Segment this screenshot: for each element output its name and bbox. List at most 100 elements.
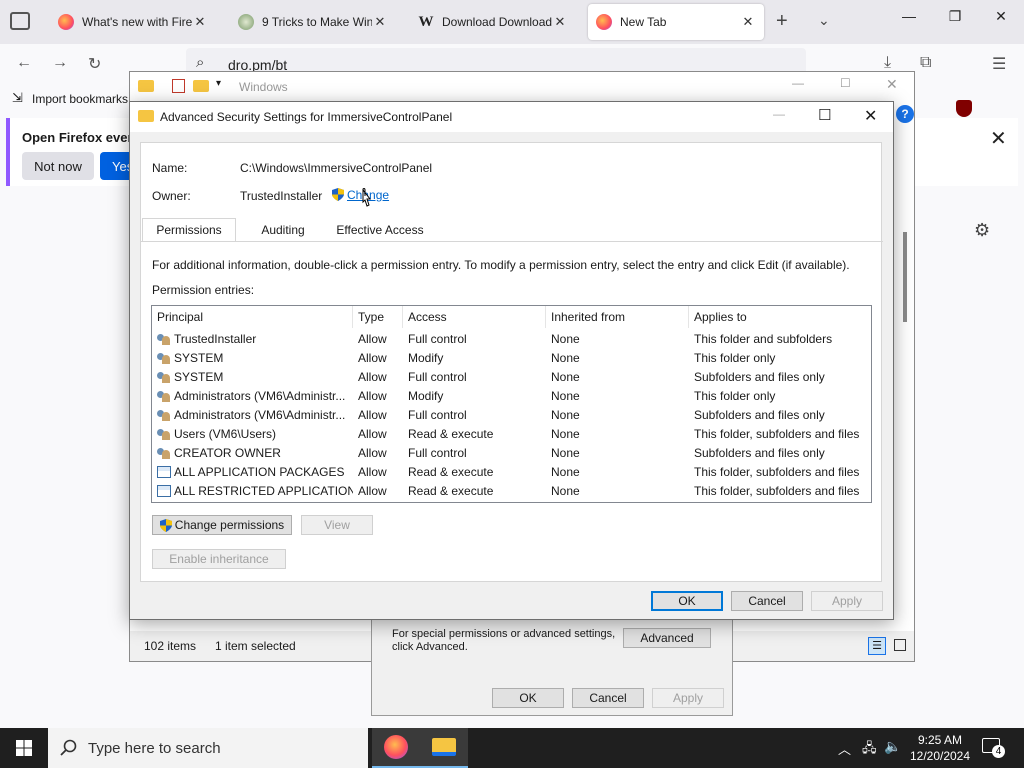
name-value: C:\Windows\ImmersiveControlPanel [240,161,433,175]
clock-time: 9:25 AM [917,733,963,747]
cancel-button[interactable]: Cancel [731,591,803,611]
close-icon[interactable]: ✕ [740,14,756,30]
new-folder-icon[interactable] [193,80,209,92]
table-row[interactable]: SYSTEM Allow Full control None Subfolders an… [152,368,871,387]
gear-icon[interactable]: ⚙ [974,220,990,241]
change-permissions-button[interactable]: Change permissions [152,515,292,535]
taskbar-file-explorer[interactable] [420,728,468,768]
explorer-titlebar: ▾ Windows — ☐ ✕ [130,72,914,102]
network-icon[interactable]: 🖧 [862,739,877,761]
notification-close-icon[interactable]: ✕ [990,126,1007,151]
taskbar-firefox[interactable] [372,728,420,768]
chevron-up-icon[interactable]: ︿ [838,739,851,758]
list-tabs-icon[interactable]: ⌄ [818,12,830,29]
cell-principal: Administrators (VM6\Administr... [152,387,353,406]
principal-name: SYSTEM [174,370,224,384]
maximize-icon[interactable]: ☐ [840,76,851,90]
cell-access: Read & execute [408,465,494,479]
minimize-icon[interactable]: — [792,76,804,90]
table-row[interactable]: ALL APPLICATION PACKAGES Allow Read & exec… [152,463,871,482]
close-icon[interactable]: ✕ [864,106,877,126]
folder-icon [138,80,154,92]
import-bookmarks-link[interactable]: Import bookmarks [32,92,128,106]
column-access[interactable]: Access [403,306,546,328]
change-permissions-label: Change permissions [174,518,285,532]
cell-applies-to: This folder only [694,389,776,403]
cell-type: Allow [358,332,387,346]
chevron-down-icon[interactable]: ▾ [216,78,221,89]
cancel-button[interactable]: Cancel [572,688,644,708]
tab-label: 9 Tricks to Make Windo [262,15,372,29]
name-label: Name: [152,161,188,175]
close-window-icon[interactable]: ✕ [986,8,1016,25]
enable-inheritance-button: Enable inheritance [152,549,286,569]
cell-access: Modify [408,351,444,365]
advanced-security-dialog: Advanced Security Settings for Immersive… [129,101,894,620]
principal-name: ALL RESTRICTED APPLICATION ... [174,484,353,498]
notification-center-icon[interactable]: 4 [982,738,1005,758]
cell-applies-to: Subfolders and files only [694,370,825,384]
ok-button[interactable]: OK [651,591,723,611]
taskbar-search-box[interactable]: Type here to search [48,728,368,768]
tab-whats-new[interactable]: What's new with Firefo ✕ [50,4,216,40]
cell-type: Allow [358,370,387,384]
tab-auditing[interactable]: Auditing [238,219,328,241]
volume-muted-icon[interactable]: 🔈 [884,738,901,755]
downloads-icon[interactable]: ⤓ [884,54,891,72]
table-row[interactable]: SYSTEM Allow Modify None This folder only [152,349,871,368]
table-row[interactable]: TrustedInstaller Allow Full control None Thi… [152,330,871,349]
back-icon[interactable]: ← [16,54,32,72]
uac-shield-icon [159,518,172,532]
app-package-icon [157,485,171,497]
table-row[interactable]: CREATOR OWNER Allow Full control None Subfol… [152,444,871,463]
help-icon[interactable]: ? [896,105,914,123]
new-tab-icon[interactable]: + [776,10,788,33]
cell-inherited-from: None [551,446,580,460]
menu-icon[interactable]: ☰ [992,54,1006,74]
user-group-icon [157,371,171,383]
table-row[interactable]: Users (VM6\Users) Allow Read & execute None… [152,425,871,444]
details-view-icon[interactable]: ☰ [868,637,886,655]
large-icons-view-icon[interactable] [894,639,906,651]
tab-effective-access[interactable]: Effective Access [330,219,430,241]
restore-icon[interactable]: ❐ [940,8,970,25]
maximize-icon[interactable]: ☐ [818,106,831,124]
windows-logo-icon [16,740,32,756]
column-inherited-from[interactable]: Inherited from [546,306,689,328]
properties-icon[interactable] [172,79,185,93]
system-clock[interactable]: 9:25 AM 12/20/2024 [905,732,975,764]
cell-inherited-from: None [551,484,580,498]
permission-entries-label: Permission entries: [152,283,255,297]
scrollbar[interactable] [903,232,907,322]
minimize-icon[interactable]: — [773,107,785,121]
column-applies-to[interactable]: Applies to [689,306,871,328]
minimize-icon[interactable]: — [894,8,924,24]
mouse-cursor-icon [362,188,372,207]
close-icon[interactable]: ✕ [192,14,208,30]
advanced-button[interactable]: Advanced [623,628,711,648]
start-button[interactable] [0,728,48,768]
close-icon[interactable]: ✕ [886,76,898,93]
cell-applies-to: This folder, subfolders and files [694,465,860,479]
table-header: Principal Type Access Inherited from App… [152,306,871,328]
tab-9-tricks[interactable]: 9 Tricks to Make Windo ✕ [230,4,396,40]
user-group-icon [157,428,171,440]
ok-button[interactable]: OK [492,688,564,708]
extensions-icon[interactable]: ⧉ [920,54,931,72]
table-row[interactable]: Administrators (VM6\Administr... Allow Mod… [152,387,871,406]
reload-icon[interactable]: ↻ [88,54,101,74]
table-row[interactable]: ALL RESTRICTED APPLICATION ... Allow Read … [152,482,871,501]
tab-overview-icon[interactable] [10,12,30,30]
tab-download[interactable]: W Download Download i ✕ [410,4,576,40]
tab-permissions[interactable]: Permissions [142,218,236,242]
forward-icon[interactable]: → [52,54,68,72]
not-now-button[interactable]: Not now [22,152,94,180]
cell-access: Read & execute [408,427,494,441]
close-icon[interactable]: ✕ [372,14,388,30]
table-row[interactable]: Administrators (VM6\Administr... Allow Ful… [152,406,871,425]
permission-entries-table[interactable]: Principal Type Access Inherited from App… [151,305,872,503]
column-principal[interactable]: Principal [152,306,353,328]
column-type[interactable]: Type [353,306,403,328]
close-icon[interactable]: ✕ [552,14,568,30]
tab-new-tab[interactable]: New Tab ✕ [588,4,764,40]
